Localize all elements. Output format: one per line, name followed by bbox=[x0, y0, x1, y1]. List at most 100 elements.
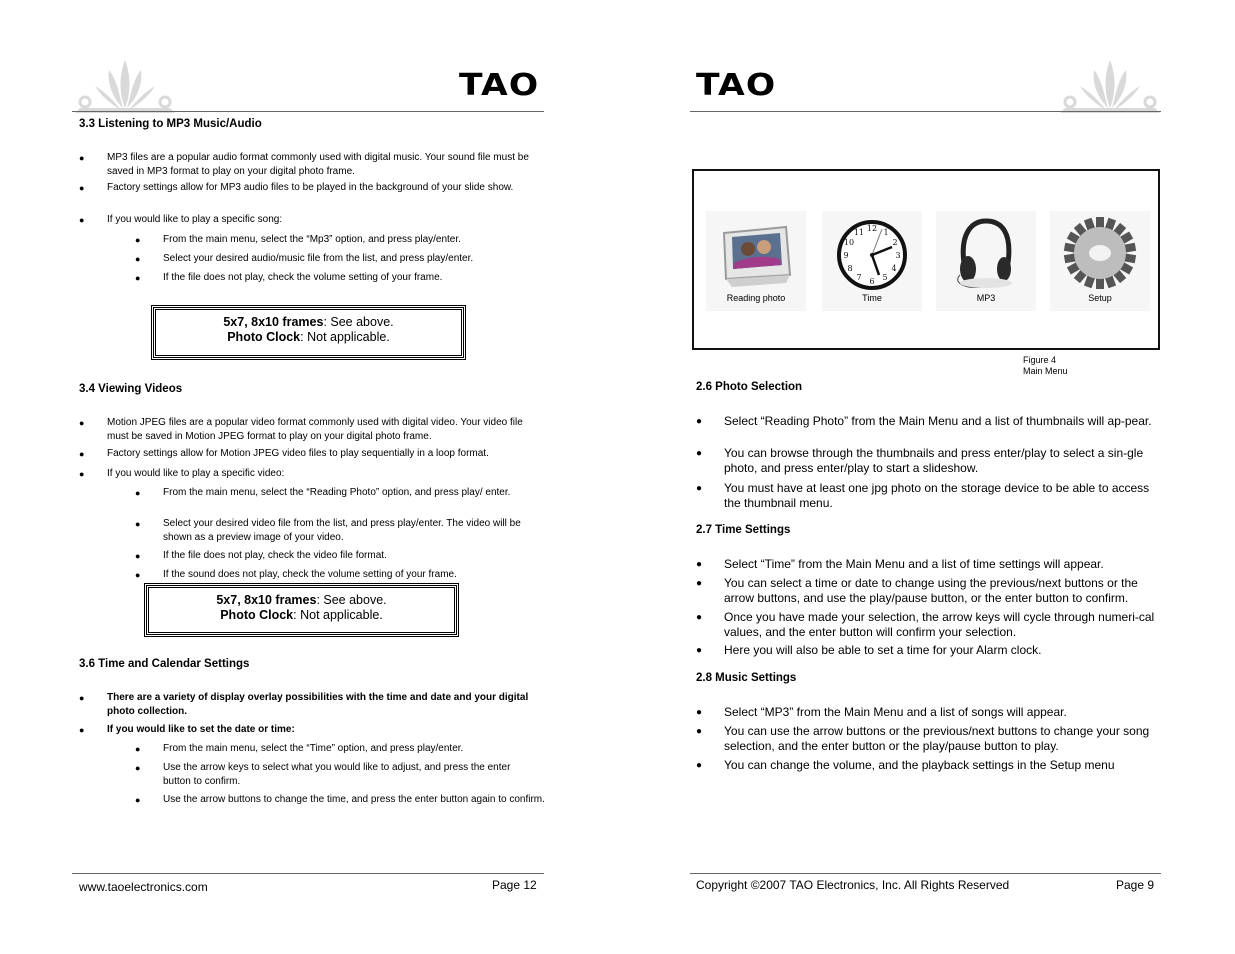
list-item: ● Select “MP3” from the Main Menu and a … bbox=[696, 705, 1067, 719]
svg-text:4: 4 bbox=[891, 264, 896, 273]
list-item: ● You must have at least one jpg photo o… bbox=[696, 481, 1150, 510]
bullet-icon: ● bbox=[135, 570, 141, 580]
bullet-icon: ● bbox=[696, 416, 703, 427]
clock-icon: 12 12 345 678 91011 bbox=[837, 220, 907, 290]
figure-caption: Figure 4 Main Menu bbox=[1023, 355, 1068, 376]
svg-text:8: 8 bbox=[847, 264, 852, 273]
list-item: ● You can use the arrow buttons or the p… bbox=[696, 724, 1150, 753]
bullet-icon: ● bbox=[79, 153, 85, 163]
sub-list-item: ● From the main menu, select the “Time” … bbox=[135, 743, 464, 754]
sub-list-item: ● If the file does not play, check the v… bbox=[135, 272, 443, 283]
tao-logo: TAO bbox=[459, 68, 540, 103]
svg-text:2: 2 bbox=[892, 238, 897, 247]
bullet-icon: ● bbox=[79, 183, 85, 193]
sub-list-item: ● From the main menu, select the “Readin… bbox=[135, 487, 511, 498]
bullet-icon: ● bbox=[135, 273, 141, 283]
bullet-icon: ● bbox=[696, 448, 703, 459]
bullet-icon: ● bbox=[135, 519, 141, 529]
floral-ornament-icon bbox=[75, 60, 175, 113]
menu-label: Reading photo bbox=[726, 293, 786, 303]
list-item: ● Select “Time” from the Main Menu and a… bbox=[696, 557, 1104, 571]
bullet-icon: ● bbox=[696, 707, 703, 718]
bullet-icon: ● bbox=[79, 693, 85, 703]
svg-text:9: 9 bbox=[843, 251, 848, 260]
list-item: ● There are a variety of display overlay… bbox=[79, 692, 529, 717]
list-item: ● You can select a time or date to chang… bbox=[696, 576, 1138, 605]
svg-text:11: 11 bbox=[854, 228, 864, 237]
menu-label: Time bbox=[862, 293, 882, 303]
footer-rule bbox=[72, 873, 544, 874]
footer-copyright: Copyright ©2007 TAO Electronics, Inc. Al… bbox=[696, 878, 1010, 892]
svg-text:1: 1 bbox=[883, 228, 888, 237]
menu-label: Setup bbox=[1088, 293, 1112, 303]
menu-item-setup: Setup bbox=[1050, 211, 1150, 311]
bullet-icon: ● bbox=[79, 469, 85, 479]
menu-item-reading-photo: Reading photo bbox=[706, 211, 806, 311]
section-heading-2-8: 2.8 Music Settings bbox=[696, 672, 797, 684]
section-heading-3-4: 3.4 Viewing Videos bbox=[79, 383, 183, 395]
bullet-icon: ● bbox=[135, 795, 141, 805]
svg-text:12: 12 bbox=[867, 224, 877, 233]
bullet-icon: ● bbox=[135, 254, 141, 264]
section-heading-2-6: 2.6 Photo Selection bbox=[696, 381, 803, 393]
sub-list-item: ● If the sound does not play, check the … bbox=[135, 569, 457, 580]
right-page: TAO Reading photo 12 1 2 3 4 5 6 7 8 9 1… bbox=[617, 0, 1235, 954]
menu-item-mp3: MP3 bbox=[936, 211, 1036, 311]
section-heading-3-6: 3.6 Time and Calendar Settings bbox=[79, 658, 250, 670]
floral-ornament-icon bbox=[1060, 60, 1160, 113]
left-page: TAO 3.3 Listening to MP3 Music/Audio ● M… bbox=[0, 0, 617, 954]
svg-text:3: 3 bbox=[895, 251, 900, 260]
footer-website: www.taoelectronics.com bbox=[79, 880, 208, 894]
svg-text:7: 7 bbox=[856, 273, 861, 282]
list-item: ● Factory settings allow for Motion JPEG… bbox=[79, 448, 489, 459]
bullet-icon: ● bbox=[696, 612, 703, 623]
svg-text:6: 6 bbox=[869, 277, 874, 286]
list-item: ● You can change the volume, and the pla… bbox=[696, 758, 1115, 772]
bullet-icon: ● bbox=[135, 744, 141, 754]
list-item: ● If you would like to play a specific s… bbox=[79, 214, 283, 225]
section-heading-3-3: 3.3 Listening to MP3 Music/Audio bbox=[79, 118, 262, 130]
menu-item-time: 12 1 2 345 678 9 10 11 Time bbox=[822, 211, 922, 311]
list-item: ● MP3 files are a popular audio format c… bbox=[79, 152, 529, 177]
sub-list-item: ● Select your desired video file from th… bbox=[135, 518, 521, 543]
bullet-icon: ● bbox=[696, 726, 703, 737]
list-item: ● If you would like to play a specific v… bbox=[79, 468, 285, 479]
list-item: ● If you would like to set the date or t… bbox=[79, 724, 295, 735]
list-item: ● Select “Reading Photo” from the Main M… bbox=[696, 414, 1152, 428]
bullet-icon: ● bbox=[79, 418, 85, 428]
bullet-icon: ● bbox=[696, 559, 703, 570]
photo-frame-icon bbox=[722, 225, 792, 287]
bullet-icon: ● bbox=[696, 760, 703, 771]
note-box: 5x7, 8x10 frames: See above. Photo Clock… bbox=[151, 305, 466, 360]
svg-text:10: 10 bbox=[844, 238, 854, 247]
bullet-icon: ● bbox=[135, 488, 141, 498]
bullet-icon: ● bbox=[135, 551, 141, 561]
bullet-icon: ● bbox=[79, 215, 85, 225]
page-number: Page 12 bbox=[492, 878, 537, 892]
bullet-icon: ● bbox=[135, 235, 141, 245]
bullet-icon: ● bbox=[135, 763, 141, 773]
footer-rule bbox=[690, 873, 1161, 874]
list-item: ● Once you have made your selection, the… bbox=[696, 610, 1155, 639]
list-item: ● Factory settings allow for MP3 audio f… bbox=[79, 182, 514, 193]
gear-icon bbox=[1063, 217, 1137, 289]
section-heading-2-7: 2.7 Time Settings bbox=[696, 524, 791, 536]
page-number: Page 9 bbox=[1116, 878, 1155, 892]
header-rule bbox=[72, 111, 544, 112]
bullet-icon: ● bbox=[696, 578, 703, 589]
sub-list-item: ● From the main menu, select the “Mp3” o… bbox=[135, 234, 461, 245]
main-menu-figure: Reading photo 12 1 2 345 678 9 10 11 Time bbox=[692, 169, 1160, 350]
menu-label: MP3 bbox=[976, 293, 996, 303]
headphones-icon bbox=[957, 218, 1012, 288]
bullet-icon: ● bbox=[79, 449, 85, 459]
tao-logo: TAO bbox=[696, 68, 777, 103]
sub-list-item: ● Use the arrow buttons to change the ti… bbox=[135, 794, 545, 805]
bullet-icon: ● bbox=[696, 645, 703, 656]
bullet-icon: ● bbox=[79, 725, 85, 735]
bullet-icon: ● bbox=[696, 483, 703, 494]
list-item: ● Motion JPEG files are a popular video … bbox=[79, 417, 523, 442]
list-item: ● You can browse through the thumbnails … bbox=[696, 446, 1144, 475]
sub-list-item: ● Select your desired audio/music file f… bbox=[135, 253, 474, 264]
sub-list-item: ● If the file does not play, check the v… bbox=[135, 550, 387, 561]
sub-list-item: ● Use the arrow keys to select what you … bbox=[135, 762, 511, 787]
